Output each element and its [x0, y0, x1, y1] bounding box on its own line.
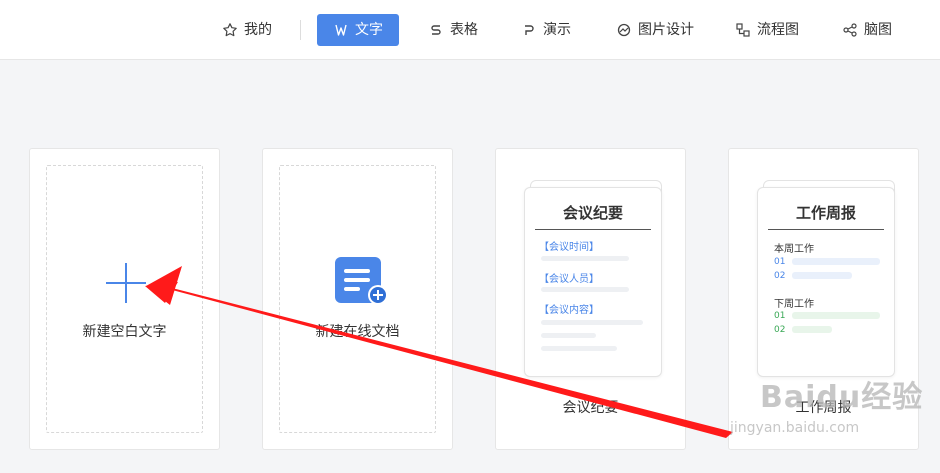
- tab-sheet-label: 表格: [450, 22, 478, 38]
- preview-line: [792, 312, 880, 319]
- tab-mindmap[interactable]: 脑图: [838, 14, 896, 46]
- template-card-weekly-report[interactable]: 工作周报 本周工作 01 02 下周工作 01 02 工作周报: [728, 148, 919, 450]
- preview-line: [541, 346, 617, 351]
- preview-line: [541, 256, 629, 261]
- template-card-meeting-minutes[interactable]: 会议纪要 【会议时间】 【会议人员】 【会议内容】 会议纪要: [495, 148, 686, 450]
- preview-number: 01: [774, 257, 786, 267]
- template-preview: 工作周报 本周工作 01 02 下周工作 01 02: [757, 187, 895, 377]
- tab-mindmap-label: 脑图: [864, 22, 892, 38]
- plus-icon: [106, 263, 146, 303]
- star-icon: [222, 22, 238, 38]
- image-design-icon: [616, 22, 632, 38]
- preview-number: 02: [774, 271, 786, 281]
- preview-line: [541, 333, 596, 338]
- preview-heading: 本周工作: [774, 244, 814, 255]
- preview-number: 01: [774, 311, 786, 321]
- template-preview-title: 工作周报: [768, 202, 884, 230]
- top-nav-bar: 我的 文字 表格 演示 图片设计 流程图 脑图: [0, 0, 940, 60]
- tab-image-design-label: 图片设计: [638, 22, 694, 38]
- template-label: 工作周报: [795, 400, 852, 416]
- template-label: 会议纪要: [562, 400, 619, 416]
- preview-number: 02: [774, 325, 786, 335]
- new-blank-doc-label: 新建空白文字: [82, 324, 167, 340]
- flowchart-icon: [735, 22, 751, 38]
- tab-slides[interactable]: 演示: [517, 14, 575, 46]
- tab-text-label: 文字: [355, 22, 383, 38]
- preview-line: [541, 287, 629, 292]
- preview-line: [541, 320, 643, 325]
- preview-line: [792, 272, 852, 279]
- template-preview: 会议纪要 【会议时间】 【会议人员】 【会议内容】: [524, 187, 662, 377]
- preview-field: 【会议人员】: [539, 274, 599, 285]
- s-icon: [428, 22, 444, 38]
- new-online-doc-label: 新建在线文档: [315, 324, 400, 340]
- template-preview-title: 会议纪要: [535, 202, 651, 230]
- w-icon: [333, 22, 349, 38]
- tab-flowchart[interactable]: 流程图: [731, 14, 803, 46]
- tab-image-design[interactable]: 图片设计: [612, 14, 698, 46]
- preview-line: [792, 258, 880, 265]
- nav-divider: [300, 20, 301, 40]
- new-online-doc-card[interactable]: 新建在线文档: [262, 148, 453, 450]
- online-doc-icon: [335, 257, 388, 305]
- preview-line: [792, 326, 832, 333]
- tab-text[interactable]: 文字: [317, 14, 399, 46]
- tab-flowchart-label: 流程图: [757, 22, 799, 38]
- tab-slides-label: 演示: [543, 22, 571, 38]
- tab-mine-label: 我的: [244, 22, 272, 38]
- preview-heading: 下周工作: [774, 299, 814, 310]
- tab-mine[interactable]: 我的: [218, 14, 276, 46]
- tab-sheet[interactable]: 表格: [424, 14, 482, 46]
- new-blank-doc-card[interactable]: 新建空白文字: [29, 148, 220, 450]
- preview-field: 【会议时间】: [539, 242, 599, 253]
- mindmap-icon: [842, 22, 858, 38]
- preview-field: 【会议内容】: [539, 305, 599, 316]
- p-icon: [521, 22, 537, 38]
